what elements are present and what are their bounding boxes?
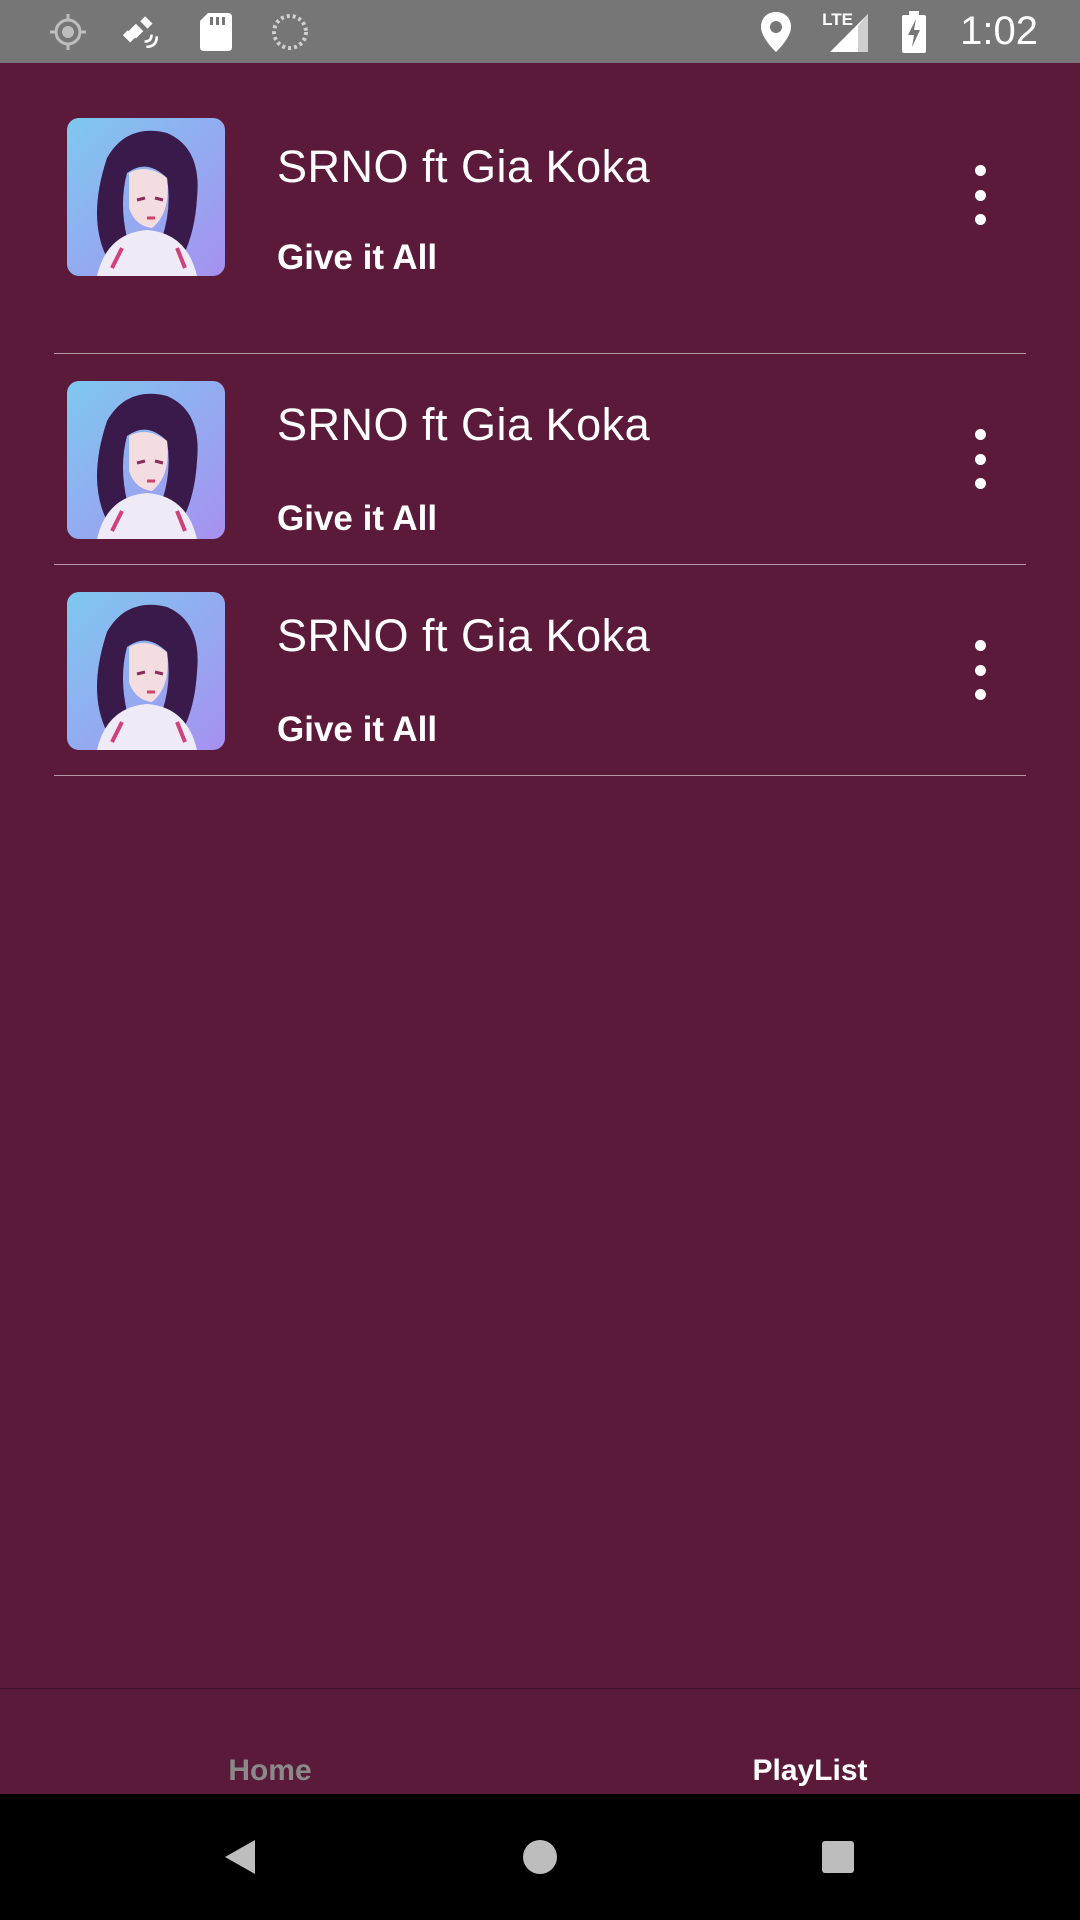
- location-icon: [756, 11, 796, 52]
- track-artist: SRNO ft Gia Koka: [277, 610, 651, 661]
- album-cover-image: [67, 381, 225, 539]
- status-bar-right: LTE 1:02: [756, 0, 1038, 63]
- status-bar-left: [48, 0, 310, 63]
- sd-card-icon: [196, 12, 236, 52]
- tab-home[interactable]: Home: [228, 1754, 311, 1788]
- clock: 1:02: [960, 9, 1038, 53]
- playlist-list: SRNO ft Gia Koka Give it All SRNO ft Gia…: [0, 63, 1080, 776]
- navigation-bar: [0, 1794, 1080, 1920]
- album-cover-image: [67, 592, 225, 750]
- track-title: Give it All: [277, 238, 438, 277]
- status-bar: LTE 1:02: [0, 0, 1080, 63]
- track-artist: SRNO ft Gia Koka: [277, 141, 651, 192]
- more-options-icon[interactable]: [960, 429, 1000, 489]
- battery-charging-icon: [894, 10, 934, 53]
- network-type-label: LTE: [822, 9, 853, 29]
- home-icon[interactable]: [490, 1794, 590, 1920]
- list-item[interactable]: SRNO ft Gia Koka Give it All: [54, 565, 1026, 776]
- track-artist: SRNO ft Gia Koka: [277, 399, 651, 450]
- bottom-tab-bar: Home PlayList: [0, 1688, 1080, 1795]
- tab-playlist[interactable]: PlayList: [752, 1754, 867, 1788]
- loading-icon: [270, 12, 310, 52]
- satellite-fax-icon: [122, 12, 162, 52]
- list-item[interactable]: SRNO ft Gia Koka Give it All: [54, 118, 1026, 354]
- recent-apps-icon[interactable]: [788, 1794, 888, 1920]
- signal-icon: LTE: [822, 9, 869, 52]
- more-options-icon[interactable]: [960, 165, 1000, 225]
- album-cover-image: [67, 118, 225, 276]
- back-icon[interactable]: [190, 1794, 290, 1920]
- track-title: Give it All: [277, 499, 438, 538]
- list-item[interactable]: SRNO ft Gia Koka Give it All: [54, 354, 1026, 565]
- track-title: Give it All: [277, 710, 438, 749]
- gps-icon: [48, 12, 88, 52]
- more-options-icon[interactable]: [960, 640, 1000, 700]
